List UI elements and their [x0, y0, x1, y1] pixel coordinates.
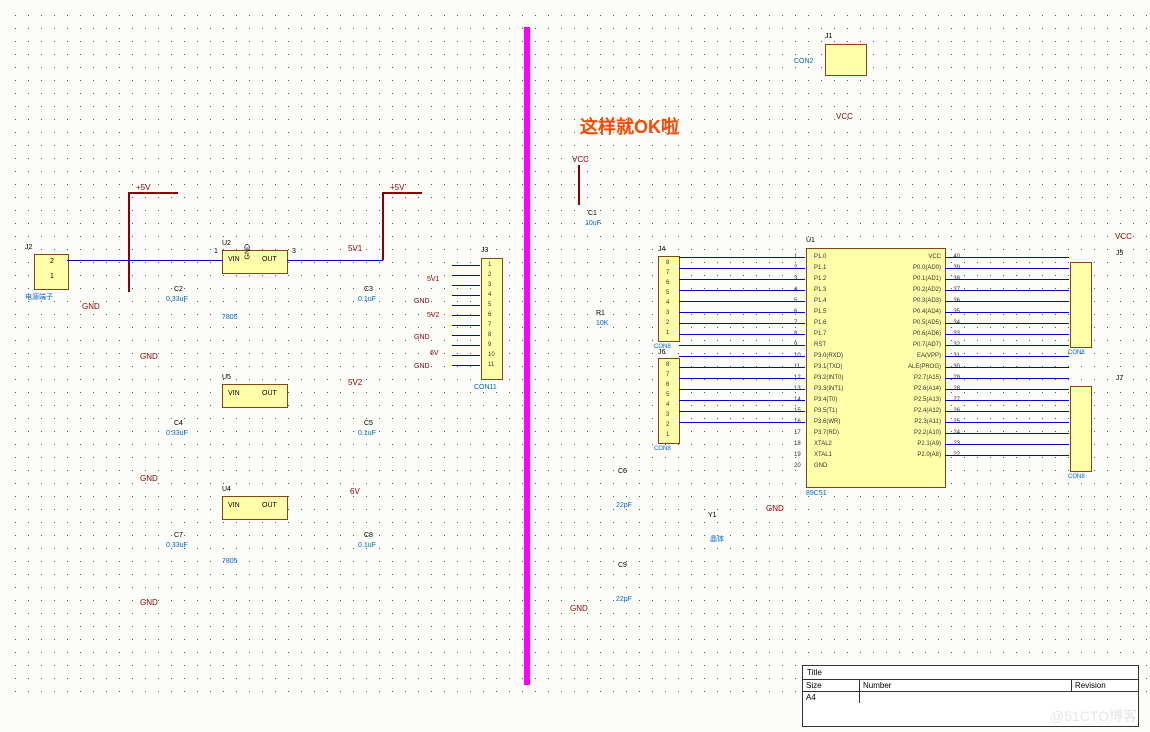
ref-J3: J3 — [481, 247, 488, 254]
part-U1: 89C51 — [806, 490, 827, 497]
ref-J4: J4 — [658, 246, 665, 253]
ref-U4: U4 — [222, 486, 231, 493]
ref-R1: R1 — [596, 310, 605, 317]
connector-J7 — [1070, 386, 1092, 472]
ref-J2: J2 — [25, 244, 32, 251]
ref-C4: C4 — [174, 420, 183, 427]
j3-gnd2: GND — [414, 334, 430, 341]
u2-out: OUT — [262, 256, 277, 263]
ref-U2: U2 — [222, 240, 231, 247]
gnd-mcu: GND — [766, 504, 784, 513]
ref-C5: C5 — [364, 420, 373, 427]
net-5v-right: +5V — [390, 183, 404, 192]
type-J1: CON2 — [794, 58, 813, 65]
annotation-ok: 这样就OK啦 — [580, 113, 679, 139]
net-5v2: 5V2 — [348, 378, 362, 387]
ref-J7: J7 — [1116, 375, 1123, 382]
ref-C1: C1 — [588, 210, 597, 217]
u2-n1: 1 — [214, 248, 218, 255]
ref-U1: U1 — [806, 237, 815, 244]
u4-part: 7805 — [222, 558, 238, 565]
ref-C9: C9 — [618, 562, 627, 569]
ref-J5: J5 — [1116, 250, 1123, 257]
val-C6: 22pF — [616, 502, 632, 509]
u5-vin: VIN — [228, 390, 240, 397]
ref-C8: C8 — [364, 532, 373, 539]
ref-U5: U5 — [222, 374, 231, 381]
connector-J5 — [1070, 262, 1092, 348]
net-vcc-right: VCC — [1115, 232, 1132, 241]
u2-gnd: GND — [245, 244, 252, 260]
type-J7: CON8 — [1068, 474, 1085, 480]
val-R1: 10K — [596, 320, 608, 327]
val-C1: 10uF — [585, 220, 601, 227]
type-J3: CON11 — [474, 384, 497, 391]
u2-part: 7805 — [222, 314, 238, 321]
val-C9: 22pF — [616, 596, 632, 603]
ref-C3: C3 — [364, 286, 373, 293]
j3-5v1: 5V1 — [427, 276, 439, 283]
type-J6: CON8 — [654, 446, 671, 452]
val-C7: 0.33uF — [166, 542, 188, 549]
u2-n3: 3 — [292, 248, 296, 255]
net-5v-left: +5V — [136, 183, 150, 192]
ref-C2: C2 — [174, 286, 183, 293]
size-label: Size — [803, 680, 860, 691]
ref-C6: C6 — [618, 468, 627, 475]
ref-Y1: Y1 — [708, 512, 717, 519]
gnd-u2: GND — [140, 352, 158, 361]
rev-label: Revision — [1072, 680, 1138, 691]
gnd-cry: GND — [570, 604, 588, 613]
j3-gnd1: GND — [414, 298, 430, 305]
connector-J1 — [825, 44, 867, 76]
val-Y1: 晶体 — [710, 534, 724, 544]
gnd-u5: GND — [140, 474, 158, 483]
val-C2: 0.33uF — [166, 296, 188, 303]
j2-pin2: 2 — [50, 258, 54, 265]
size-value: A4 — [803, 692, 860, 703]
u4-vin: VIN — [228, 502, 240, 509]
net-5v1: 5V1 — [348, 244, 362, 253]
u2-vin: VIN — [228, 256, 240, 263]
j3-6v: 6V — [430, 350, 439, 357]
ref-C7: C7 — [174, 532, 183, 539]
val-C3: 0.1uF — [358, 296, 376, 303]
val-C4: 0.33uF — [166, 430, 188, 437]
number-label: Number — [860, 680, 1072, 691]
gnd-u4: GND — [140, 598, 158, 607]
j3-5v2: 5V2 — [427, 312, 439, 319]
u5-out: OUT — [262, 390, 277, 397]
u4-out: OUT — [262, 502, 277, 509]
net-vcc: VCC — [572, 155, 589, 164]
ref-J6: J6 — [658, 349, 665, 356]
title-label: Title — [803, 666, 1138, 680]
val-C8: 0.1uF — [358, 542, 376, 549]
net-6v: 6V — [350, 487, 360, 496]
j2-type: 电源端子 — [25, 292, 53, 302]
ref-J1: J1 — [825, 33, 832, 40]
sheet-boundary-line — [524, 27, 530, 685]
gnd-j2: GND — [82, 302, 100, 311]
val-C5: 0.1uF — [358, 430, 376, 437]
j1-vcc: VCC — [836, 112, 853, 121]
schematic-canvas: (function(){var c=document.getElementByI… — [0, 0, 1150, 732]
type-J5: CON8 — [1068, 350, 1085, 356]
j2-pin1: 1 — [50, 273, 54, 280]
watermark: @51CTO博客 — [1050, 706, 1137, 726]
j3-gnd3: GND — [414, 363, 430, 370]
